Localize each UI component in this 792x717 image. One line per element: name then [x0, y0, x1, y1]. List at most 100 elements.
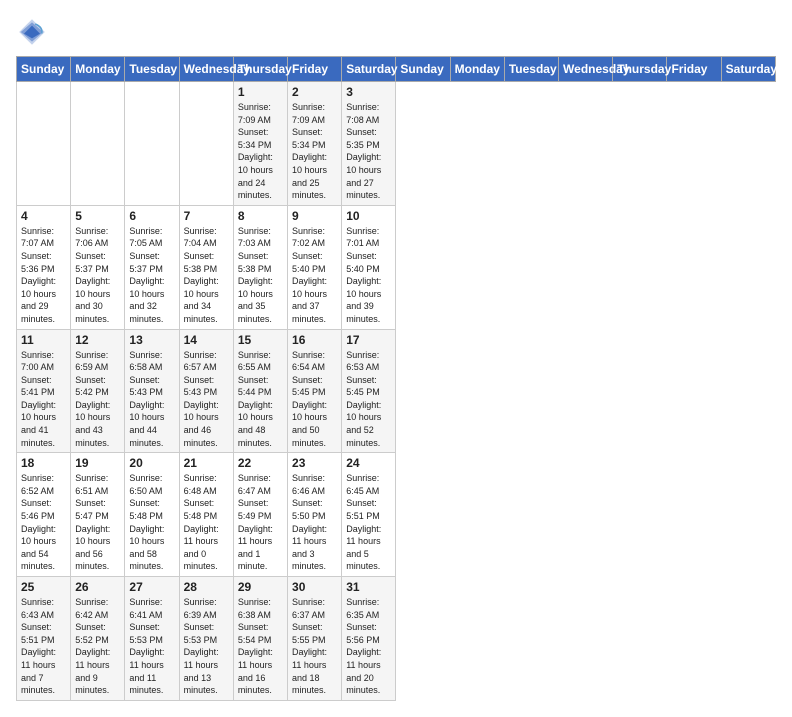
day-info: Sunrise: 6:55 AM Sunset: 5:44 PM Dayligh… [238, 349, 283, 450]
day-cell: 19 Sunrise: 6:51 AM Sunset: 5:47 PM Dayli… [71, 453, 125, 577]
col-header-sunday: Sunday [396, 57, 450, 82]
day-number: 6 [129, 209, 174, 223]
day-number: 23 [292, 456, 337, 470]
day-number: 13 [129, 333, 174, 347]
header-tuesday: Tuesday [125, 57, 179, 82]
day-info: Sunrise: 7:07 AM Sunset: 5:36 PM Dayligh… [21, 225, 66, 326]
day-cell: 26 Sunrise: 6:42 AM Sunset: 5:52 PM Dayli… [71, 577, 125, 701]
day-info: Sunrise: 7:06 AM Sunset: 5:37 PM Dayligh… [75, 225, 120, 326]
day-info: Sunrise: 6:50 AM Sunset: 5:48 PM Dayligh… [129, 472, 174, 573]
week-row-5: 25Sunrise: 6:43 AM Sunset: 5:51 PM Dayli… [17, 577, 776, 701]
day-cell: 29Sunrise: 6:38 AM Sunset: 5:54 PM Dayli… [233, 577, 287, 701]
day-number: 31 [346, 580, 391, 594]
day-info: Sunrise: 6:51 AM Sunset: 5:47 PM Dayligh… [75, 472, 120, 573]
day-number: 30 [292, 580, 337, 594]
day-cell: 7Sunrise: 7:04 AM Sunset: 5:38 PM Daylig… [179, 205, 233, 329]
day-cell: 23Sunrise: 6:46 AM Sunset: 5:50 PM Dayli… [288, 453, 342, 577]
day-info: Sunrise: 6:41 AM Sunset: 5:53 PM Dayligh… [129, 596, 174, 697]
day-cell [179, 82, 233, 206]
calendar-table: SundayMondayTuesdayWednesdayThursdayFrid… [16, 56, 776, 701]
header-saturday: Saturday [342, 57, 396, 82]
col-header-saturday: Saturday [721, 57, 775, 82]
day-info: Sunrise: 6:39 AM Sunset: 5:53 PM Dayligh… [184, 596, 229, 697]
day-info: Sunrise: 6:53 AM Sunset: 5:45 PM Dayligh… [346, 349, 391, 450]
day-number: 18 [21, 456, 66, 470]
day-cell: 27 Sunrise: 6:41 AM Sunset: 5:53 PM Dayli… [125, 577, 179, 701]
day-info: Sunrise: 7:05 AM Sunset: 5:37 PM Dayligh… [129, 225, 174, 326]
day-number: 10 [346, 209, 391, 223]
day-number: 8 [238, 209, 283, 223]
day-cell: 11Sunrise: 7:00 AM Sunset: 5:41 PM Dayli… [17, 329, 71, 453]
week-row-3: 11Sunrise: 7:00 AM Sunset: 5:41 PM Dayli… [17, 329, 776, 453]
logo-icon [16, 16, 48, 48]
day-cell: 18 Sunrise: 6:52 AM Sunset: 5:46 PM Dayli… [17, 453, 71, 577]
day-cell: 14 Sunrise: 6:57 AM Sunset: 5:43 PM Dayli… [179, 329, 233, 453]
week-row-2: 4 Sunrise: 7:07 AM Sunset: 5:36 PM Daylig… [17, 205, 776, 329]
day-cell: 28 Sunrise: 6:39 AM Sunset: 5:53 PM Dayli… [179, 577, 233, 701]
day-number: 20 [129, 456, 174, 470]
day-number: 16 [292, 333, 337, 347]
day-cell: 10 Sunrise: 7:01 AM Sunset: 5:40 PM Dayli… [342, 205, 396, 329]
day-info: Sunrise: 7:09 AM Sunset: 5:34 PM Dayligh… [292, 101, 337, 202]
day-info: Sunrise: 6:35 AM Sunset: 5:56 PM Dayligh… [346, 596, 391, 697]
day-info: Sunrise: 6:47 AM Sunset: 5:49 PM Dayligh… [238, 472, 283, 573]
day-number: 28 [184, 580, 229, 594]
day-info: Sunrise: 6:37 AM Sunset: 5:55 PM Dayligh… [292, 596, 337, 697]
day-info: Sunrise: 7:09 AM Sunset: 5:34 PM Dayligh… [238, 101, 283, 202]
day-cell [125, 82, 179, 206]
day-cell: 12 Sunrise: 6:59 AM Sunset: 5:42 PM Dayli… [71, 329, 125, 453]
week-row-1: 1 Sunrise: 7:09 AM Sunset: 5:34 PM Daylig… [17, 82, 776, 206]
day-number: 12 [75, 333, 120, 347]
day-cell: 6 Sunrise: 7:05 AM Sunset: 5:37 PM Daylig… [125, 205, 179, 329]
day-cell: 13 Sunrise: 6:58 AM Sunset: 5:43 PM Dayli… [125, 329, 179, 453]
day-info: Sunrise: 6:42 AM Sunset: 5:52 PM Dayligh… [75, 596, 120, 697]
day-cell: 31 Sunrise: 6:35 AM Sunset: 5:56 PM Dayli… [342, 577, 396, 701]
week-row-4: 18 Sunrise: 6:52 AM Sunset: 5:46 PM Dayli… [17, 453, 776, 577]
day-number: 19 [75, 456, 120, 470]
day-info: Sunrise: 6:45 AM Sunset: 5:51 PM Dayligh… [346, 472, 391, 573]
col-header-wednesday: Wednesday [559, 57, 613, 82]
day-number: 17 [346, 333, 391, 347]
header-wednesday: Wednesday [179, 57, 233, 82]
day-number: 4 [21, 209, 66, 223]
day-number: 11 [21, 333, 66, 347]
day-info: Sunrise: 7:01 AM Sunset: 5:40 PM Dayligh… [346, 225, 391, 326]
col-header-thursday: Thursday [613, 57, 667, 82]
day-cell: 2Sunrise: 7:09 AM Sunset: 5:34 PM Daylig… [288, 82, 342, 206]
col-header-monday: Monday [450, 57, 504, 82]
day-number: 22 [238, 456, 283, 470]
day-cell: 9Sunrise: 7:02 AM Sunset: 5:40 PM Daylig… [288, 205, 342, 329]
day-info: Sunrise: 7:04 AM Sunset: 5:38 PM Dayligh… [184, 225, 229, 326]
day-number: 5 [75, 209, 120, 223]
calendar-header-row: SundayMondayTuesdayWednesdayThursdayFrid… [17, 57, 776, 82]
col-header-friday: Friday [667, 57, 721, 82]
day-info: Sunrise: 6:38 AM Sunset: 5:54 PM Dayligh… [238, 596, 283, 697]
day-cell: 17 Sunrise: 6:53 AM Sunset: 5:45 PM Dayli… [342, 329, 396, 453]
day-number: 25 [21, 580, 66, 594]
day-number: 15 [238, 333, 283, 347]
header-thursday: Thursday [233, 57, 287, 82]
day-number: 26 [75, 580, 120, 594]
day-cell: 8 Sunrise: 7:03 AM Sunset: 5:38 PM Daylig… [233, 205, 287, 329]
day-cell [71, 82, 125, 206]
day-cell: 24 Sunrise: 6:45 AM Sunset: 5:51 PM Dayli… [342, 453, 396, 577]
day-info: Sunrise: 7:03 AM Sunset: 5:38 PM Dayligh… [238, 225, 283, 326]
header-friday: Friday [288, 57, 342, 82]
day-cell: 16 Sunrise: 6:54 AM Sunset: 5:45 PM Dayli… [288, 329, 342, 453]
day-info: Sunrise: 6:58 AM Sunset: 5:43 PM Dayligh… [129, 349, 174, 450]
day-cell: 5 Sunrise: 7:06 AM Sunset: 5:37 PM Daylig… [71, 205, 125, 329]
day-info: Sunrise: 6:54 AM Sunset: 5:45 PM Dayligh… [292, 349, 337, 450]
day-info: Sunrise: 6:52 AM Sunset: 5:46 PM Dayligh… [21, 472, 66, 573]
day-cell: 21 Sunrise: 6:48 AM Sunset: 5:48 PM Dayli… [179, 453, 233, 577]
day-info: Sunrise: 6:57 AM Sunset: 5:43 PM Dayligh… [184, 349, 229, 450]
day-cell: 20 Sunrise: 6:50 AM Sunset: 5:48 PM Dayli… [125, 453, 179, 577]
day-number: 14 [184, 333, 229, 347]
day-info: Sunrise: 6:59 AM Sunset: 5:42 PM Dayligh… [75, 349, 120, 450]
day-number: 24 [346, 456, 391, 470]
day-number: 21 [184, 456, 229, 470]
logo [16, 16, 52, 48]
day-info: Sunrise: 6:48 AM Sunset: 5:48 PM Dayligh… [184, 472, 229, 573]
day-cell [17, 82, 71, 206]
day-number: 27 [129, 580, 174, 594]
day-number: 1 [238, 85, 283, 99]
